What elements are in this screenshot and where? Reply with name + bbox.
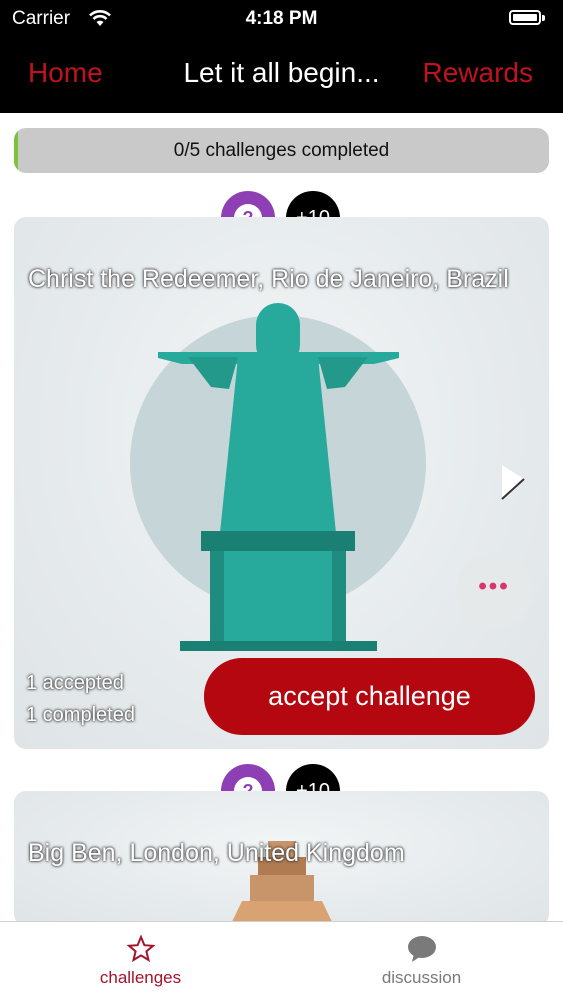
challenge-card[interactable]: Christ the Redeemer, Rio de Janeiro, Bra… — [14, 217, 549, 749]
challenge-title: Big Ben, London, United Kingdom — [28, 839, 405, 867]
tab-label-discussion: discussion — [381, 968, 462, 987]
accept-challenge-button[interactable]: accept challenge — [204, 658, 535, 735]
tab-label-challenges: challenges — [99, 968, 182, 987]
progress-label: 0/5 challenges completed — [173, 140, 390, 161]
tab-challenges[interactable]: challenges — [0, 922, 281, 1001]
challenge-stats: 1 accepted 1 completed — [26, 667, 135, 731]
accepted-count: 1 accepted — [26, 672, 124, 694]
chat-bubble-icon — [407, 936, 436, 962]
more-dots-icon: ••• — [478, 573, 510, 600]
challenge-title: Christ the Redeemer, Rio de Janeiro, Bra… — [28, 265, 509, 293]
completed-count: 1 completed — [26, 704, 135, 726]
tab-discussion[interactable]: discussion — [281, 922, 562, 1001]
challenge-progress: 0/5 challenges completed — [14, 128, 549, 173]
clock: 4:18 PM — [245, 8, 318, 29]
tab-bar: challenges discussion — [0, 921, 563, 1001]
status-bar: Carrier 4:18 PM — [0, 0, 563, 38]
next-arrow-icon[interactable] — [496, 461, 530, 505]
star-icon — [125, 934, 156, 963]
more-options-button[interactable]: ••• — [456, 553, 532, 629]
top-bar: Carrier 4:18 PM Home Let it all begin...… — [0, 0, 563, 113]
rewards-button[interactable]: Rewards — [423, 57, 533, 89]
challenge-card[interactable]: Big Ben, London, United Kingdom — [14, 791, 549, 926]
battery-icon — [509, 10, 545, 25]
